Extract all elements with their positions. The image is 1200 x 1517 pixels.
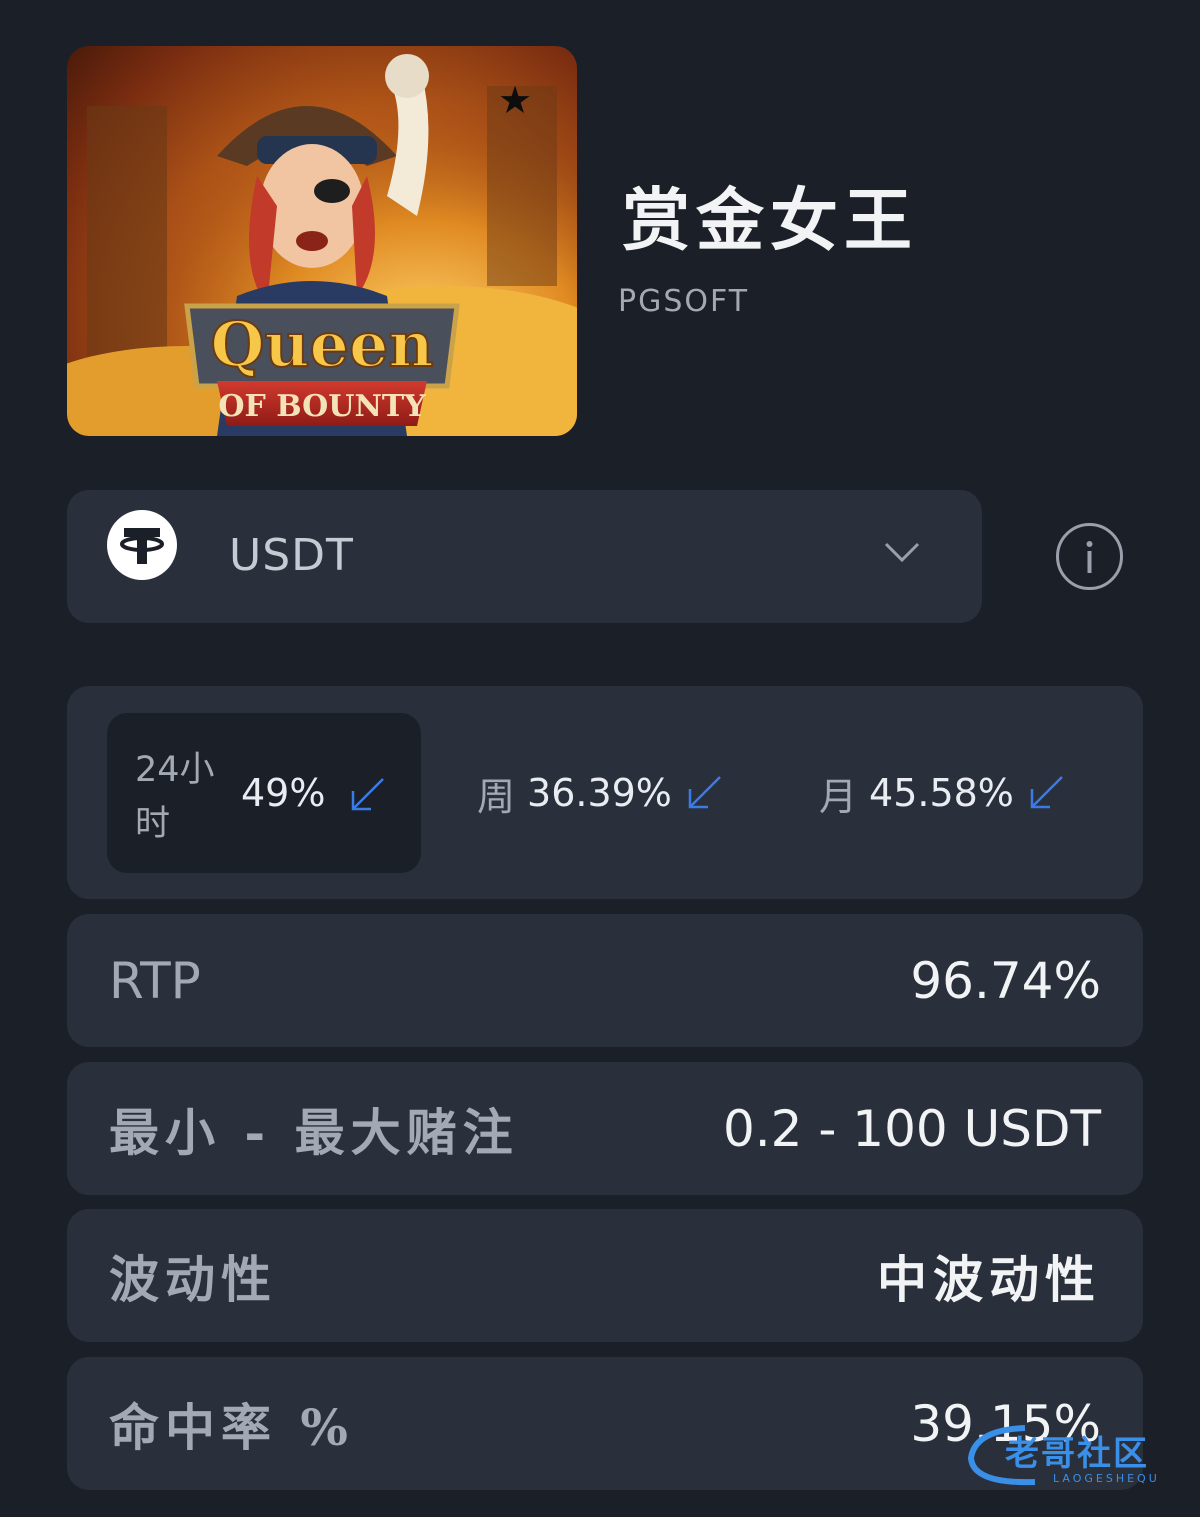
svg-text:Queen: Queen (210, 308, 433, 381)
currency-label: USDT (229, 530, 354, 581)
game-provider: PGSOFT (618, 284, 750, 319)
stat-row-rtp: RTP 96.74% (67, 914, 1143, 1047)
chevron-down-icon (882, 538, 922, 568)
stat-row-bet-range: 最小 - 最大赌注 0.2 - 100 USDT (67, 1062, 1143, 1195)
stat-value-volatility: 中波动性 (877, 1249, 1101, 1309)
stat-label-volatility: 波动性 (109, 1249, 277, 1309)
stat-row-volatility: 波动性 中波动性 (67, 1209, 1143, 1342)
period-value-month: 45.58% (869, 771, 1014, 815)
arrow-down-left-icon (684, 773, 724, 813)
tab-month[interactable]: 月 45.58% (819, 713, 1109, 873)
period-value-week: 36.39% (527, 771, 672, 815)
stat-label-hit-rate: 命中率 % (109, 1397, 354, 1457)
period-label-24h: 24小时 (135, 750, 215, 844)
watermark-logo: 老哥社区 LAOGESHEQU (965, 1420, 1190, 1490)
period-value-24h: 49% (241, 771, 326, 815)
period-stats-card: 24小时 49% 周 36.39% 月 45.58% (67, 686, 1143, 899)
stat-value-bet-range: 0.2 - 100 USDT (722, 1099, 1101, 1158)
watermark-text: 老哥社区 (1005, 1434, 1149, 1474)
currency-select[interactable]: USDT (67, 490, 982, 623)
period-label-week: 周 (477, 774, 516, 819)
stat-label-bet-range: 最小 - 最大赌注 (109, 1102, 519, 1162)
stat-label-rtp: RTP (109, 951, 201, 1010)
arrow-down-left-icon (347, 775, 387, 815)
game-detail-page: Queen OF BOUNTY ★ 赏金女王 PGSOFT USDT 24小时 … (0, 0, 1200, 1517)
period-label-month: 月 (819, 774, 858, 819)
tab-week[interactable]: 周 36.39% (477, 713, 757, 873)
svg-text:OF BOUNTY: OF BOUNTY (218, 389, 426, 424)
game-title: 赏金女王 (622, 181, 919, 261)
arrow-down-left-icon (1026, 773, 1066, 813)
star-icon[interactable]: ★ (493, 78, 537, 122)
tether-icon (107, 510, 177, 580)
info-icon[interactable] (1056, 523, 1123, 590)
stat-value-rtp: 96.74% (910, 951, 1101, 1010)
watermark-subtext: LAOGESHEQU (1053, 1472, 1160, 1485)
tab-24h[interactable]: 24小时 49% (107, 713, 421, 873)
